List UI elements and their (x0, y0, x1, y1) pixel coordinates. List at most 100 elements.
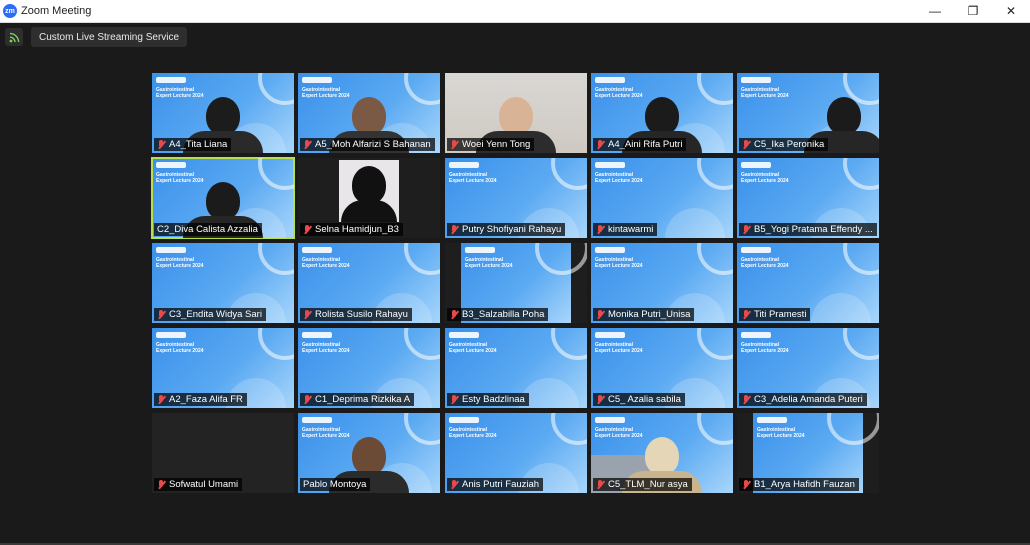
participant-name-label: C1_Deprima Rizkika A (300, 393, 415, 406)
muted-mic-icon (596, 224, 605, 235)
participant-name-label: A5_Moh Alfarizi S Bahanan (300, 138, 435, 151)
sponsor-logos (449, 417, 479, 423)
participant-tile[interactable]: Gastrointestinal Expert Lecture 2024 A4_A… (591, 73, 733, 153)
restore-button[interactable]: ❐ (954, 0, 992, 22)
participant-tile[interactable]: Gastrointestinal Expert Lecture 2024 B3_S… (445, 243, 587, 323)
participant-video (339, 160, 399, 222)
muted-mic-icon (303, 224, 312, 235)
participant-name-label: Titi Pramesti (739, 308, 811, 321)
participant-tile[interactable]: Gastrointestinal Expert Lecture 2024 B5_Y… (737, 158, 879, 238)
muted-mic-icon (303, 309, 312, 320)
participant-name-label: C3_Adelia Amanda Puteri (739, 393, 867, 406)
sponsor-logos (741, 332, 771, 338)
participant-tile[interactable]: Gastrointestinal Expert Lecture 2024 B1_A… (737, 413, 879, 493)
muted-mic-icon (157, 309, 166, 320)
muted-mic-icon (450, 309, 459, 320)
participant-tile[interactable]: Gastrointestinal Expert Lecture 2024 A4_T… (152, 73, 294, 153)
sponsor-logos (595, 162, 625, 168)
participant-tile[interactable]: Gastrointestinal Expert Lecture 2024 C1_D… (298, 328, 440, 408)
custom-live-streaming-button[interactable]: Custom Live Streaming Service (31, 27, 188, 47)
banner-title: Gastrointestinal Expert Lecture 2024 (595, 342, 643, 354)
participant-name-label: Rolista Susilo Rahayu (300, 308, 412, 321)
participant-tile[interactable]: Gastrointestinal Expert Lecture 2024 C5_T… (591, 413, 733, 493)
participant-name-label: C5_Ika Peronika (739, 138, 829, 151)
minimize-button[interactable]: — (916, 0, 954, 22)
participant-tile[interactable]: Gastrointestinal Expert Lecture 2024 C5_ … (591, 328, 733, 408)
muted-mic-icon (596, 479, 605, 490)
sponsor-logos (449, 332, 479, 338)
banner-title: Gastrointestinal Expert Lecture 2024 (595, 257, 643, 269)
participant-name-label: Selna Hamidjun_B3 (300, 223, 403, 236)
participant-name-label: Woei Yenn Tong (447, 138, 535, 151)
muted-mic-icon (742, 394, 751, 405)
participant-name-label: A4_Aini Rifa Putri (593, 138, 687, 151)
participant-tile-active-speaker[interactable]: Gastrointestinal Expert Lecture 2024 C2_D… (151, 157, 295, 239)
muted-mic-icon (596, 139, 605, 150)
sponsor-logos (465, 247, 495, 253)
participant-name-label: A4_Tita Liana (154, 138, 232, 151)
muted-mic-icon (450, 394, 459, 405)
sponsor-logos (156, 77, 186, 83)
participant-tile[interactable]: Gastrointestinal Expert Lecture 2024 Putr… (445, 158, 587, 238)
sponsor-logos (156, 332, 186, 338)
sponsor-logos (302, 77, 332, 83)
participant-tile[interactable]: Gastrointestinal Expert Lecture 2024 Roli… (298, 243, 440, 323)
window-controls: — ❐ ✕ (916, 0, 1030, 22)
participant-name-label: kintawarmi (593, 223, 658, 236)
muted-mic-icon (450, 479, 459, 490)
live-stream-icon[interactable] (5, 28, 23, 46)
participant-tile[interactable]: Gastrointestinal Expert Lecture 2024 A5_M… (298, 73, 440, 153)
participant-name-label: Monika Putri_Unisa (593, 308, 695, 321)
muted-mic-icon (596, 309, 605, 320)
banner-title: Gastrointestinal Expert Lecture 2024 (156, 342, 204, 354)
muted-mic-icon (303, 139, 312, 150)
participant-tile[interactable]: Gastrointestinal Expert Lecture 2024 Pabl… (298, 413, 440, 493)
sponsor-logos (757, 417, 787, 423)
participant-name-label: A2_Faza Alifa FR (154, 393, 247, 406)
participant-tile[interactable]: Gastrointestinal Expert Lecture 2024 C5_I… (737, 73, 879, 153)
participant-name-label: Esty Badzlinaa (447, 393, 529, 406)
sponsor-logos (449, 162, 479, 168)
banner-title: Gastrointestinal Expert Lecture 2024 (449, 342, 497, 354)
participant-tile[interactable]: Gastrointestinal Expert Lecture 2024 C3_E… (152, 243, 294, 323)
banner-title: Gastrointestinal Expert Lecture 2024 (302, 342, 350, 354)
participant-name-label: B3_Salzabilla Poha (447, 308, 549, 321)
sponsor-logos (156, 162, 186, 168)
sponsor-logos (595, 332, 625, 338)
participant-name-label: C5_ Azalia sabila (593, 393, 685, 406)
muted-mic-icon (450, 224, 459, 235)
participant-name-label: Anis Putri Fauziah (447, 478, 544, 491)
muted-mic-icon (742, 139, 751, 150)
sponsor-logos (741, 162, 771, 168)
participant-tile[interactable]: Woei Yenn Tong (445, 73, 587, 153)
participant-tile[interactable]: Gastrointestinal Expert Lecture 2024 Esty… (445, 328, 587, 408)
participant-tile[interactable]: Gastrointestinal Expert Lecture 2024 Moni… (591, 243, 733, 323)
banner-title: Gastrointestinal Expert Lecture 2024 (449, 427, 497, 439)
banner-title: Gastrointestinal Expert Lecture 2024 (302, 257, 350, 269)
banner-title: Gastrointestinal Expert Lecture 2024 (156, 257, 204, 269)
participant-name-label: C5_TLM_Nur asya (593, 478, 692, 491)
participant-tile[interactable]: Gastrointestinal Expert Lecture 2024 C3_A… (737, 328, 879, 408)
zoom-logo-icon: zm (3, 4, 17, 18)
muted-mic-icon (596, 394, 605, 405)
participant-tile[interactable]: Gastrointestinal Expert Lecture 2024 Anis… (445, 413, 587, 493)
banner-title: Gastrointestinal Expert Lecture 2024 (741, 257, 789, 269)
banner-title: Gastrointestinal Expert Lecture 2024 (741, 342, 789, 354)
banner-title: Gastrointestinal Expert Lecture 2024 (757, 427, 805, 439)
sponsor-logos (302, 332, 332, 338)
muted-mic-icon (742, 479, 751, 490)
window-title: Zoom Meeting (21, 5, 92, 17)
sponsor-logos (741, 247, 771, 253)
sponsor-logos (741, 77, 771, 83)
participant-tile[interactable]: Gastrointestinal Expert Lecture 2024 kint… (591, 158, 733, 238)
participant-tile[interactable]: Selna Hamidjun_B3 (298, 158, 440, 238)
muted-mic-icon (157, 394, 166, 405)
banner-title: Gastrointestinal Expert Lecture 2024 (595, 172, 643, 184)
participant-tile[interactable]: Gastrointestinal Expert Lecture 2024 Titi… (737, 243, 879, 323)
participant-tile[interactable]: Gastrointestinal Expert Lecture 2024 A2_F… (152, 328, 294, 408)
close-button[interactable]: ✕ (992, 0, 1030, 22)
participant-name-label: C2_Diva Calista Azzalia (154, 223, 262, 236)
participant-name-label: B1_Arya Hafidh Fauzan (739, 478, 859, 491)
participant-tile[interactable]: Sofwatul Umami (152, 413, 294, 493)
banner-title: Gastrointestinal Expert Lecture 2024 (465, 257, 513, 269)
